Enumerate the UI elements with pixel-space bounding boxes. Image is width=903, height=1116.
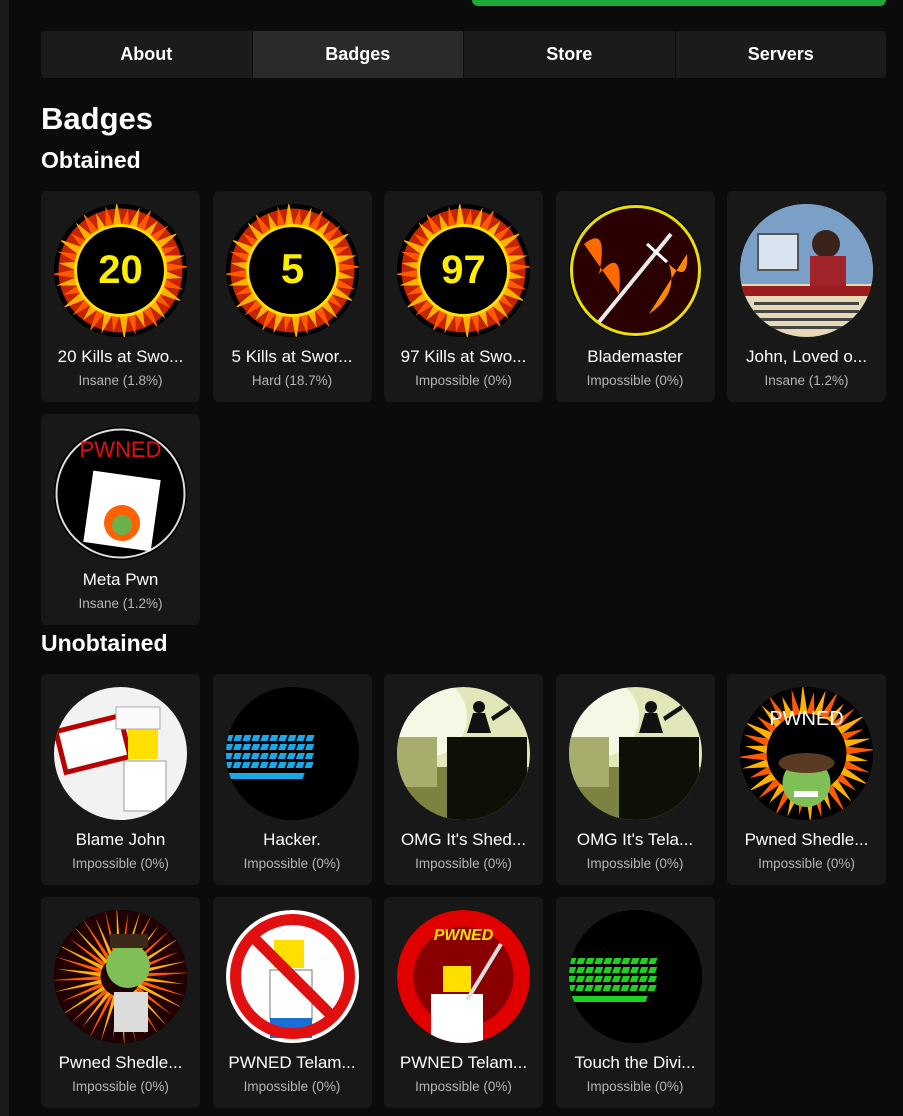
unobtained-badge-card[interactable]: PWNED Pwned Shedle... Impossible (0%) bbox=[727, 674, 886, 885]
badge-icon: PWNED bbox=[740, 687, 873, 820]
badge-rarity: Impossible (0%) bbox=[586, 1079, 684, 1094]
tab-servers[interactable]: Servers bbox=[676, 31, 887, 78]
badge-icon: 5 bbox=[225, 204, 359, 337]
badge-icon: 20 bbox=[54, 204, 187, 337]
left-rail bbox=[0, 0, 9, 1116]
badge-rarity: Impossible (0%) bbox=[415, 1079, 512, 1094]
obtained-badge-grid: 20 20 Kills at Swo... Insane (1.8%) 5 5 Kill… bbox=[41, 191, 886, 625]
badge-rarity: Impossible (0%) bbox=[243, 856, 341, 871]
play-button[interactable] bbox=[472, 0, 886, 6]
badge-name: John, Loved o... bbox=[746, 347, 867, 366]
obtained-badge-card[interactable]: PWNED Meta Pwn Insane (1.2%) bbox=[41, 414, 200, 625]
obtained-badge-card[interactable]: John, Loved o... Insane (1.2%) bbox=[727, 191, 886, 402]
obtained-badge-card[interactable]: 5 5 Kills at Swor... Hard (18.7%) bbox=[212, 191, 372, 402]
badge-rarity: Insane (1.2%) bbox=[78, 596, 163, 611]
badge-rarity: Impossible (0%) bbox=[758, 856, 855, 871]
badge-icon: 97 bbox=[397, 204, 530, 337]
badge-name: Blame John bbox=[75, 830, 166, 849]
obtained-heading: Obtained bbox=[41, 147, 141, 173]
tab-about[interactable]: About bbox=[41, 31, 253, 78]
badge-name: PWNED Telam... bbox=[228, 1053, 356, 1072]
unobtained-badge-grid: Blame John Impossible (0%) Hacker. Impossib… bbox=[41, 674, 886, 1108]
unobtained-badge-card[interactable]: Pwned Shedle... Impossible (0%) bbox=[41, 897, 200, 1108]
badge-rarity: Impossible (0%) bbox=[243, 1079, 341, 1094]
unobtained-badge-card[interactable]: Touch the Divi... Impossible (0%) bbox=[555, 897, 715, 1108]
unobtained-badge-card[interactable]: PWNED PWNED Telam... Impossible (0%) bbox=[384, 897, 543, 1108]
badge-name: OMG It's Shed... bbox=[400, 830, 527, 849]
tab-bar: About Badges Store Servers bbox=[41, 31, 886, 78]
tab-badges[interactable]: Badges bbox=[252, 31, 464, 78]
badge-name: Meta Pwn bbox=[82, 570, 159, 589]
badge-rarity: Impossible (0%) bbox=[586, 373, 684, 388]
badge-name: Pwned Shedle... bbox=[744, 830, 869, 849]
badge-rarity: Impossible (0%) bbox=[72, 1079, 169, 1094]
badge-rarity: Impossible (0%) bbox=[72, 856, 169, 871]
badge-rarity: Impossible (0%) bbox=[415, 856, 512, 871]
badge-icon bbox=[568, 687, 702, 820]
badge-rarity: Insane (1.8%) bbox=[78, 373, 163, 388]
badge-icon bbox=[740, 204, 873, 337]
badge-icon: PWNED bbox=[397, 910, 530, 1043]
badge-name: PWNED Telam... bbox=[399, 1053, 528, 1072]
badge-icon bbox=[225, 910, 359, 1043]
obtained-badge-card[interactable]: 97 97 Kills at Swo... Impossible (0%) bbox=[384, 191, 543, 402]
badge-name: Hacker. bbox=[263, 830, 321, 849]
badge-rarity: Hard (18.7%) bbox=[251, 373, 333, 388]
badge-name: 20 Kills at Swo... bbox=[57, 347, 184, 366]
unobtained-badge-card[interactable]: PWNED Telam... Impossible (0%) bbox=[212, 897, 372, 1108]
tab-store[interactable]: Store bbox=[464, 31, 676, 78]
badge-name: Touch the Divi... bbox=[574, 1053, 696, 1072]
badge-icon bbox=[54, 910, 187, 1043]
badge-icon bbox=[568, 204, 702, 337]
unobtained-badge-card[interactable]: Blame John Impossible (0%) bbox=[41, 674, 200, 885]
unobtained-heading: Unobtained bbox=[41, 630, 168, 656]
badge-name: Blademaster bbox=[587, 347, 683, 366]
badge-rarity: Impossible (0%) bbox=[586, 856, 684, 871]
badge-icon bbox=[568, 910, 702, 1043]
badge-number-text: 97 bbox=[441, 248, 486, 292]
badge-icon bbox=[397, 687, 530, 820]
badge-number-text: 5 bbox=[280, 245, 303, 292]
unobtained-badge-card[interactable]: Hacker. Impossible (0%) bbox=[212, 674, 372, 885]
badge-pwned-text: PWNED bbox=[769, 708, 843, 730]
badge-name: 97 Kills at Swo... bbox=[400, 347, 527, 366]
page-title: Badges bbox=[41, 101, 153, 136]
badge-rarity: Impossible (0%) bbox=[415, 373, 512, 388]
badge-pwned-text: PWNED bbox=[434, 927, 494, 944]
badge-pwned-text: PWNED bbox=[80, 437, 162, 462]
obtained-badge-card[interactable]: 20 20 Kills at Swo... Insane (1.8%) bbox=[41, 191, 200, 402]
badge-icon bbox=[225, 687, 359, 820]
badge-name: 5 Kills at Swor... bbox=[231, 347, 353, 366]
badge-name: OMG It's Tela... bbox=[576, 830, 694, 849]
badge-icon: PWNED bbox=[54, 427, 187, 560]
badge-icon bbox=[54, 687, 187, 820]
unobtained-badge-card[interactable]: OMG It's Tela... Impossible (0%) bbox=[555, 674, 715, 885]
badge-rarity: Insane (1.2%) bbox=[764, 373, 849, 388]
badge-number-text: 20 bbox=[98, 248, 143, 292]
unobtained-badge-card[interactable]: OMG It's Shed... Impossible (0%) bbox=[384, 674, 543, 885]
badge-name: Pwned Shedle... bbox=[58, 1053, 183, 1072]
obtained-badge-card[interactable]: Blademaster Impossible (0%) bbox=[555, 191, 715, 402]
